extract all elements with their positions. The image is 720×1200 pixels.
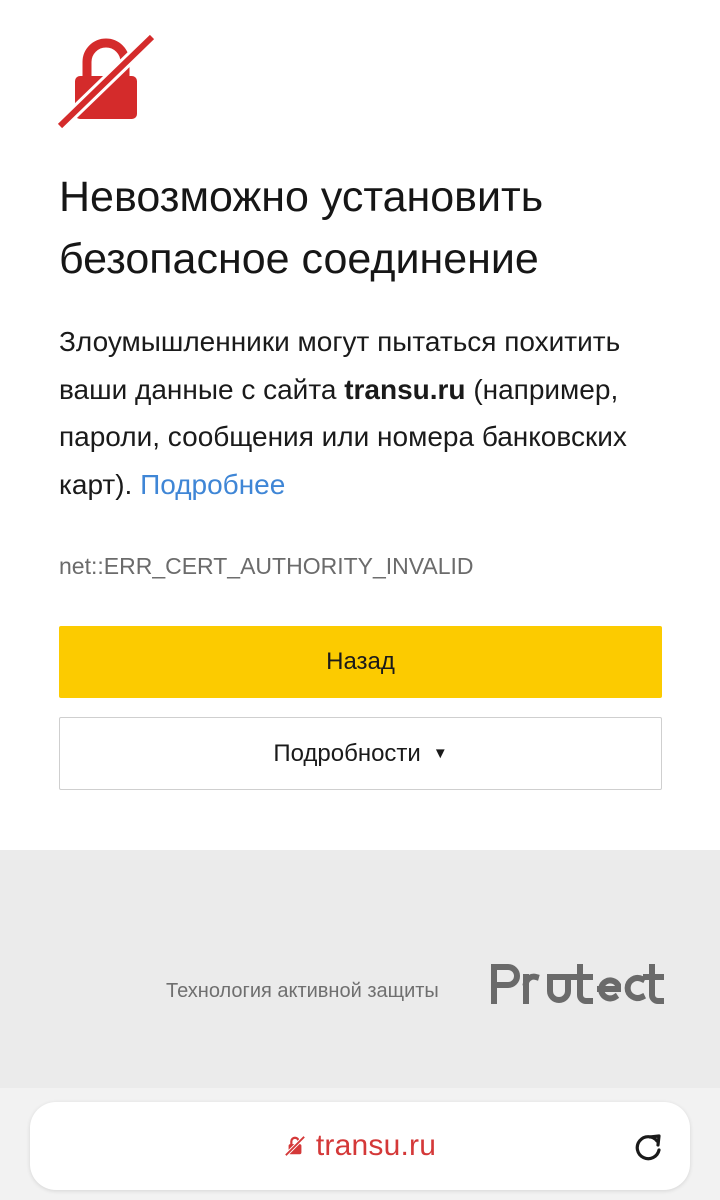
site-name: transu.ru — [344, 373, 466, 405]
error-code: net::ERR_CERT_AUTHORITY_INVALID — [59, 553, 474, 579]
protect-tagline: Технология активной защиты — [166, 980, 439, 1002]
back-button[interactable]: Назад — [59, 626, 662, 698]
details-button[interactable]: Подробности ▼ — [59, 717, 662, 790]
broken-lock-icon — [56, 34, 156, 130]
address-bar[interactable]: transu.ru — [30, 1102, 690, 1190]
title-line-1: Невозможно установить — [59, 173, 544, 221]
protect-footer: Технология активной защиты — [0, 850, 720, 1088]
details-button-label: Подробности — [273, 739, 421, 767]
more-info-link[interactable]: Подробнее — [140, 469, 285, 500]
title-line-2: безопасное соединение — [59, 235, 539, 283]
error-page-content: Невозможно установить безопасное соедине… — [0, 0, 720, 850]
back-button-label: Назад — [326, 648, 395, 675]
browser-bottom-bar: transu.ru — [0, 1088, 720, 1200]
address-bar-content: transu.ru — [30, 1102, 690, 1190]
url-text: transu.ru — [315, 1129, 437, 1162]
protect-logo — [491, 964, 664, 1004]
broken-lock-icon — [284, 1135, 306, 1157]
page-title: Невозможно установить безопасное соедине… — [59, 166, 679, 290]
reload-icon[interactable] — [632, 1128, 664, 1164]
triangle-down-icon: ▼ — [432, 745, 448, 762]
warning-description: Злоумышленники могут пытаться похитить в… — [59, 318, 689, 508]
